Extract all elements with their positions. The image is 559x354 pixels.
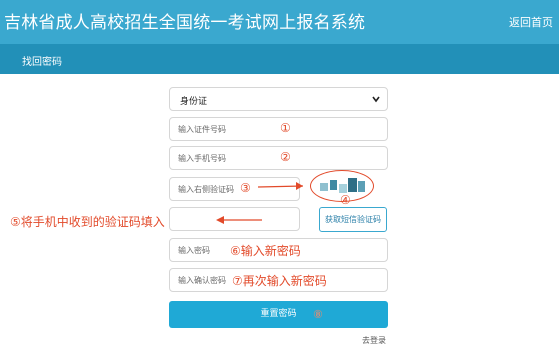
annotation-8: ⑧ [313, 308, 323, 321]
annotation-2: ② [280, 150, 291, 164]
home-link[interactable]: 返回首页 [509, 14, 553, 30]
id-type-select[interactable]: 身份证 [169, 87, 388, 111]
annotation-6: ⑥输入新密码 [230, 244, 301, 258]
phone-input[interactable]: 输入手机号码 [169, 146, 388, 170]
captcha-placeholder: 输入右侧验证码 [178, 185, 234, 194]
annotation-3: ③ [240, 181, 251, 195]
sms-code-input[interactable] [169, 207, 300, 231]
id-number-placeholder: 输入证件号码 [178, 125, 226, 134]
app-header: 吉林省成人高校招生全国统一考试网上报名系统 返回首页 [0, 0, 559, 44]
chevron-down-icon [372, 96, 380, 103]
login-link[interactable]: 去登录 [362, 335, 386, 346]
sub-navigation: 找回密码 [0, 44, 559, 74]
annotation-4: ④ [340, 193, 351, 207]
id-number-input[interactable]: 输入证件号码 [169, 117, 388, 141]
annotation-5: ⑤将手机中收到的验证码填入 [10, 215, 165, 229]
page-title: 吉林省成人高校招生全国统一考试网上报名系统 [4, 13, 366, 33]
reset-password-label: 重置密码 [260, 309, 297, 319]
phone-placeholder: 输入手机号码 [178, 154, 226, 163]
confirm-password-placeholder: 输入确认密码 [178, 276, 226, 285]
annotation-1: ① [280, 121, 291, 135]
annotation-7: ⑦再次输入新密码 [232, 274, 327, 288]
captcha-input[interactable]: 输入右侧验证码 [169, 177, 300, 201]
reset-password-button[interactable]: 重置密码 ⑧ [169, 301, 388, 328]
get-sms-code-button[interactable]: 获取短信验证码 [319, 207, 387, 232]
new-password-placeholder: 输入密码 [178, 246, 210, 255]
id-type-value: 身份证 [180, 97, 208, 107]
breadcrumb-find-password[interactable]: 找回密码 [22, 53, 62, 68]
